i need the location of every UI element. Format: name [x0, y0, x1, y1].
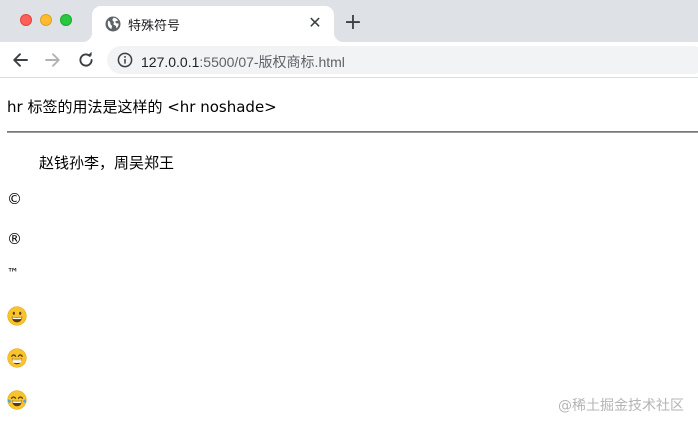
- window-maximize-button[interactable]: [60, 14, 72, 26]
- url-text[interactable]: 127.0.0.1:5500/07-版权商标.html: [141, 52, 345, 72]
- window-minimize-button[interactable]: [40, 14, 52, 26]
- url-host: 127.0.0.1: [141, 54, 200, 70]
- copyright-symbol: ©: [7, 190, 22, 208]
- address-bar[interactable]: 127.0.0.1:5500/07-版权商标.html: [107, 46, 698, 74]
- tears-of-joy-icon: [7, 390, 27, 410]
- trademark-symbol: ™: [7, 266, 19, 280]
- page-content: hr 标签的用法是这样的 <hr noshade> 赵钱孙李，周吴郑王 © ® …: [0, 78, 698, 427]
- window-close-button[interactable]: [20, 14, 32, 26]
- info-icon[interactable]: [117, 52, 133, 68]
- watermark: @稀土掘金技术社区: [558, 398, 684, 414]
- tab-title: 特殊符号: [128, 19, 181, 34]
- beaming-face-icon: [7, 348, 27, 368]
- horizontal-rule: [7, 131, 698, 133]
- back-arrow-icon[interactable]: [8, 48, 32, 72]
- registered-symbol: ®: [7, 230, 22, 248]
- new-tab-button[interactable]: +: [342, 12, 364, 34]
- browser-toolbar: 127.0.0.1:5500/07-版权商标.html: [0, 42, 698, 78]
- browser-tab[interactable]: 特殊符号 ✕: [82, 6, 344, 42]
- indented-text: 赵钱孙李，周吴郑王: [39, 154, 175, 172]
- forward-arrow-icon[interactable]: [41, 48, 65, 72]
- grinning-face-icon: [7, 306, 27, 326]
- tab-close-icon[interactable]: ✕: [306, 14, 324, 32]
- reload-icon[interactable]: [74, 48, 98, 72]
- globe-icon: [105, 16, 121, 32]
- tab-strip: 特殊符号 ✕ +: [0, 0, 698, 42]
- url-path: :5500/07-版权商标.html: [199, 54, 345, 70]
- intro-text: hr 标签的用法是这样的 <hr noshade>: [7, 98, 277, 116]
